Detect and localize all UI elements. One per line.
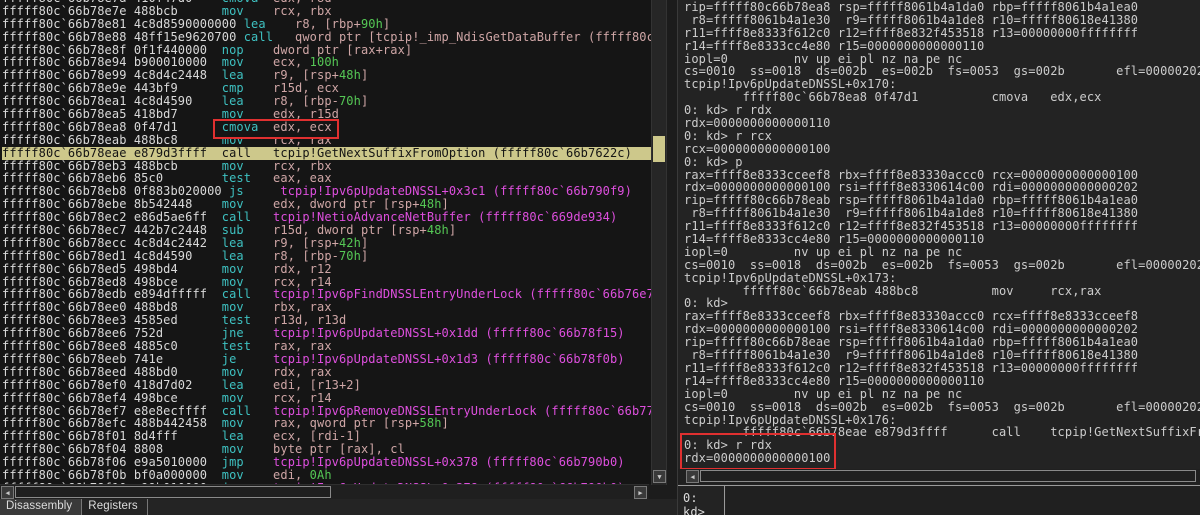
- horizontal-scroll-thumb[interactable]: [15, 486, 331, 498]
- cmd-line: iopl=0 nv up ei pl nz na pe nc: [684, 388, 1200, 401]
- tab-registers[interactable]: Registers: [82, 499, 147, 515]
- command-input-row: 0: kd>: [678, 485, 1200, 515]
- command-pane[interactable]: rip=fffff80c66b78ea8 rsp=fffff8061b4a1da…: [677, 0, 1200, 515]
- disassembly-pane[interactable]: fffff80c`66b78e7a 410f47d0 cmova edx, r8…: [0, 0, 651, 484]
- scroll-left-icon[interactable]: ◀: [1, 486, 14, 499]
- cmd-line: tcpip!Ipv6pUpdateDNSSL+0x173:: [684, 272, 1200, 285]
- current-line-scroll-marker[interactable]: [653, 136, 665, 162]
- command-input[interactable]: [726, 486, 1200, 515]
- cmd-line: fffff80c`66b78eab 488bc8 mov rcx,rax: [684, 285, 1200, 298]
- cmd-line: rdx=0000000000000110: [684, 117, 1200, 130]
- horizontal-scroll-thumb[interactable]: [700, 470, 1196, 482]
- windbg-window: fffff80c`66b78e7a 410f47d0 cmova edx, r8…: [0, 0, 1200, 515]
- pane-tab-bar: Disassembly Registers: [0, 499, 677, 515]
- tab-disassembly[interactable]: Disassembly: [0, 499, 82, 515]
- disassembly-lines: fffff80c`66b78e7a 410f47d0 cmova edx, r8…: [2, 0, 651, 484]
- cmd-line: 0: kd> r rcx: [684, 130, 1200, 143]
- cmd-line: rdx=0000000000000100: [684, 452, 1200, 465]
- cmd-line: r11=ffff8e8333f612c0 r12=ffff8e832f45351…: [684, 362, 1200, 375]
- cmd-line: r14=ffff8e8333cc4e80 r15=000000000000011…: [684, 375, 1200, 388]
- cmd-line: iopl=0 nv up ei pl nz na pe nc: [684, 246, 1200, 259]
- cmd-line: r8=fffff8061b4a1e30 r9=fffff8061b4a1de8 …: [684, 14, 1200, 27]
- scroll-left-icon[interactable]: ◀: [686, 470, 699, 483]
- cmd-line: rip=fffff80c66b78ea8 rsp=fffff8061b4a1da…: [684, 1, 1200, 14]
- cmd-line: cs=0010 ss=0018 ds=002b es=002b fs=0053 …: [684, 401, 1200, 414]
- scroll-right-icon[interactable]: ▶: [634, 486, 647, 499]
- cmd-line: r8=fffff8061b4a1e30 r9=fffff8061b4a1de8 …: [684, 349, 1200, 362]
- scroll-down-icon[interactable]: ▼: [653, 470, 666, 483]
- command-horizontal-scrollbar[interactable]: ◀: [678, 469, 1200, 484]
- cmd-line: r14=ffff8e8333cc4e80 r15=000000000000011…: [684, 40, 1200, 53]
- kd-prompt: 0: kd>: [678, 486, 725, 515]
- cmd-line: r11=ffff8e8333f612c0 r12=ffff8e832f45351…: [684, 27, 1200, 40]
- disassembly-vertical-scrollbar[interactable]: ▼: [651, 0, 667, 485]
- command-output: rip=fffff80c66b78ea8 rsp=fffff8061b4a1da…: [684, 1, 1200, 465]
- cmd-line: rcx=0000000000000100: [684, 143, 1200, 156]
- cmd-line: cs=0010 ss=0018 ds=002b es=002b fs=0053 …: [684, 259, 1200, 272]
- cmd-line: 0: kd> p: [684, 156, 1200, 169]
- disassembly-horizontal-scrollbar[interactable]: ◀ ▶: [0, 484, 649, 499]
- cmd-line: r14=ffff8e8333cc4e80 r15=000000000000011…: [684, 233, 1200, 246]
